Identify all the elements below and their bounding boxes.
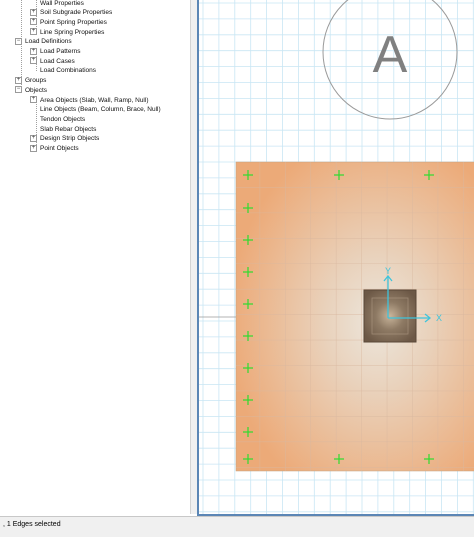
tree-expander-icon[interactable]: − — [15, 86, 22, 94]
tree-item-label: Point Spring Properties — [40, 18, 107, 26]
tree-item[interactable]: Line Objects (Beam, Column, Brace, Null) — [30, 105, 161, 115]
tree-expander-icon[interactable]: + — [30, 57, 37, 65]
tree-item-label: Point Objects — [40, 145, 79, 152]
tree-expander-icon[interactable]: − — [15, 37, 22, 45]
tree-item[interactable]: − Objects — [15, 86, 47, 96]
tree-item[interactable]: + Load Patterns — [30, 47, 80, 57]
tree-item[interactable]: + Load Cases — [30, 57, 75, 67]
tree-expander-icon[interactable]: + — [15, 76, 22, 84]
status-text: , 1 Edges selected — [3, 521, 61, 528]
tree-item[interactable]: + Area Objects (Slab, Wall, Ramp, Null) — [30, 96, 149, 106]
tree-item[interactable]: Load Combinations — [30, 66, 96, 76]
tree-expander-icon — [30, 107, 37, 112]
tree-item[interactable]: Slab Rebar Objects — [30, 125, 96, 135]
tree-expander-icon — [30, 0, 37, 5]
tree-item-label: Tendon Objects — [40, 115, 86, 123]
tree-item-label: Load Combinations — [40, 67, 97, 75]
tree-item[interactable]: + Point Objects — [30, 144, 79, 154]
tree-item[interactable]: + Design Strip Objects — [30, 134, 99, 144]
axis-y-label: Y — [385, 266, 391, 276]
tree-expander-icon[interactable]: + — [30, 8, 37, 16]
tree-item-label: Load Definitions — [25, 38, 72, 46]
tree-expander-icon[interactable]: + — [30, 18, 37, 26]
tree-vertical-scrollbar[interactable] — [190, 0, 197, 514]
tree-item-label: Wall Properties — [40, 0, 84, 7]
tree-item[interactable]: + Soil Subgrade Properties — [30, 8, 112, 18]
tree-item-label: Line Spring Properties — [40, 28, 105, 36]
plan-view-canvas[interactable]: A X Y — [199, 0, 474, 514]
tree-expander-icon — [30, 126, 37, 131]
tree-item-label: Slab Rebar Objects — [40, 125, 97, 133]
tree-item[interactable]: + Point Spring Properties — [30, 18, 107, 28]
tree-item-label: Area Objects (Slab, Wall, Ramp, Null) — [40, 96, 149, 104]
tree-item-label: Design Strip Objects — [40, 135, 100, 143]
tree-item[interactable]: + Line Spring Properties — [30, 28, 104, 38]
tree-item-label: Load Cases — [40, 57, 75, 65]
tree-item[interactable]: + Groups — [15, 76, 46, 86]
tree-expander-icon[interactable]: + — [30, 28, 37, 36]
tree-expander-icon — [30, 68, 37, 73]
grid-bubble-label: A — [373, 26, 408, 84]
tree-item[interactable]: − Load Definitions — [15, 37, 72, 47]
tree-expander-icon[interactable]: + — [30, 144, 37, 152]
tree-item[interactable]: Tendon Objects — [30, 115, 85, 125]
grid-bubble-a[interactable]: A — [322, 0, 458, 120]
tree-expander-icon — [30, 116, 37, 121]
tree-expander-icon[interactable]: + — [30, 47, 37, 55]
tree-item-label: Line Objects (Beam, Column, Brace, Null) — [40, 106, 161, 114]
tree-item-label: Objects — [25, 86, 48, 94]
tree-item-label: Load Patterns — [40, 48, 81, 55]
plan-view-window[interactable]: A X Y — [197, 0, 474, 516]
tree-item-label: Soil Subgrade Properties — [40, 9, 113, 17]
tree-expander-icon[interactable]: + — [30, 134, 37, 142]
status-bar: , 1 Edges selected — [0, 516, 474, 537]
tree-item-label: Groups — [25, 77, 47, 85]
tree-expander-icon[interactable]: + — [30, 96, 37, 103]
axis-x-label: X — [436, 313, 442, 323]
model-explorer-tree[interactable]: Wall Properties + Soil Subgrade Properties… — [0, 0, 190, 514]
